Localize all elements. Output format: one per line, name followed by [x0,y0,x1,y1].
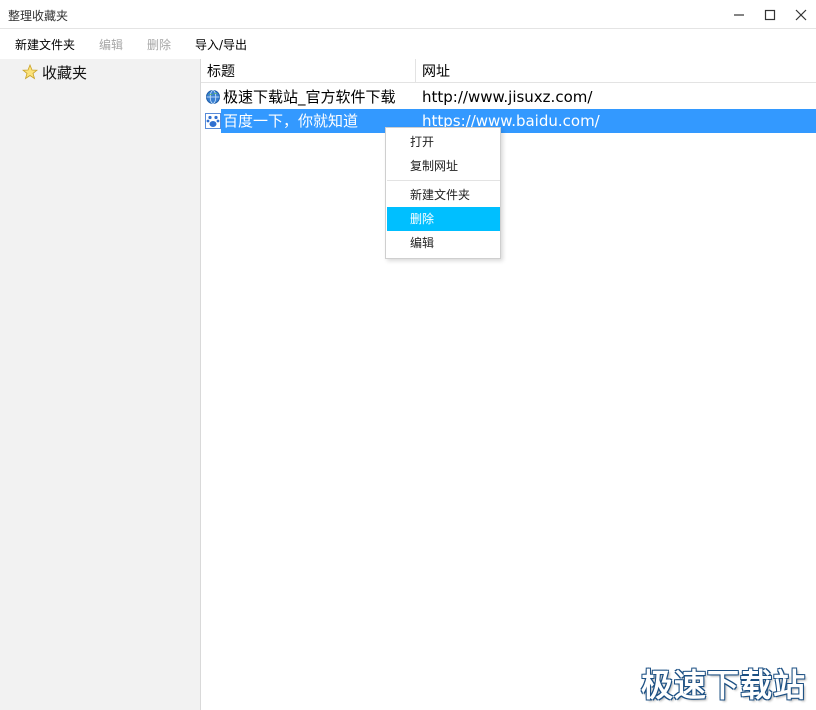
context-menu: 打开 复制网址 新建文件夹 删除 编辑 [385,127,501,259]
menu-separator [387,180,500,181]
close-icon [795,9,807,20]
edit-button[interactable]: 编辑 [99,36,123,53]
title-bar: 整理收藏夹 [0,0,816,29]
menu-item-delete[interactable]: 删除 [387,207,500,231]
bookmark-list: 标题 网址 极速下载站_官方软件下载 http://www.jisuxz.com… [201,59,816,710]
globe-icon [206,90,220,104]
baidu-paw-icon [205,113,221,129]
star-icon [22,64,38,80]
bookmark-url: http://www.jisuxz.com/ [422,88,593,106]
menu-item-open[interactable]: 打开 [387,130,500,154]
toolbar: 新建文件夹 编辑 删除 导入/导出 [0,29,816,59]
close-button[interactable] [785,0,816,29]
tree-item-label: 收藏夹 [42,63,88,82]
window-title: 整理收藏夹 [8,9,69,23]
import-export-button[interactable]: 导入/导出 [195,36,247,53]
maximize-icon [764,9,776,20]
list-header: 标题 网址 [201,59,816,83]
folder-tree: 收藏夹 [0,59,201,710]
menu-item-new-folder[interactable]: 新建文件夹 [387,183,500,207]
column-header-url[interactable]: 网址 [416,59,816,83]
minimize-button[interactable] [723,0,755,29]
menu-item-edit[interactable]: 编辑 [387,231,500,255]
list-item[interactable]: 极速下载站_官方软件下载 http://www.jisuxz.com/ [201,85,816,109]
new-folder-button[interactable]: 新建文件夹 [15,36,75,53]
column-header-title[interactable]: 标题 [201,59,416,83]
tree-item-favorites[interactable]: 收藏夹 [22,61,87,83]
maximize-button[interactable] [754,0,786,29]
watermark-logo: 极速下载站 [641,666,807,704]
list-item-selected[interactable]: 百度一下，你就知道 https://www.baidu.com/ [201,109,816,133]
menu-item-copy-url[interactable]: 复制网址 [387,154,500,178]
bookmark-title: 极速下载站_官方软件下载 [223,88,396,106]
bookmark-title: 百度一下，你就知道 [223,112,359,130]
delete-button[interactable]: 删除 [147,36,171,53]
minimize-icon [734,13,744,16]
